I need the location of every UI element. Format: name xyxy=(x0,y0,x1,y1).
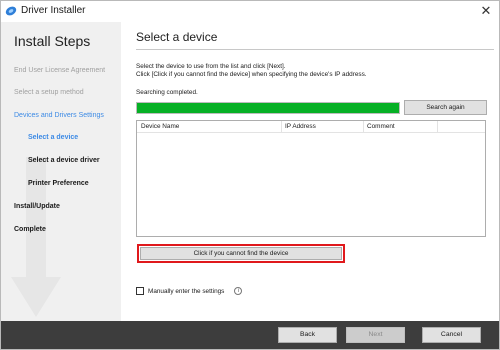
sidebar-title: Install Steps xyxy=(14,33,91,49)
search-status: Searching completed. xyxy=(136,89,198,96)
page-title: Select a device xyxy=(136,30,218,44)
manual-settings-label[interactable]: Manually enter the settings xyxy=(148,288,224,295)
column-divider[interactable] xyxy=(437,121,438,133)
main-content: Select a device Select the device to use… xyxy=(121,22,499,321)
instruction-line-1: Select the device to use from the list a… xyxy=(136,63,286,70)
close-icon[interactable]: ✕ xyxy=(477,3,495,19)
sidebar: Install Steps End User License Agreement… xyxy=(1,22,121,321)
search-again-button[interactable]: Search again xyxy=(404,100,487,115)
manual-settings-row: Manually enter the settings i xyxy=(136,287,243,295)
app-icon xyxy=(5,6,17,16)
step-complete: Complete xyxy=(14,226,46,233)
back-button[interactable]: Back xyxy=(278,327,337,343)
step-devices-drivers: Devices and Drivers Settings xyxy=(14,112,104,119)
step-printer-preference: Printer Preference xyxy=(28,180,89,187)
next-button[interactable]: Next xyxy=(346,327,405,343)
cannot-find-device-button[interactable]: Click if you cannot find the device xyxy=(140,247,342,260)
cancel-button[interactable]: Cancel xyxy=(422,327,481,343)
step-eula: End User License Agreement xyxy=(14,67,106,74)
column-comment[interactable]: Comment xyxy=(367,123,395,130)
search-progress-bar xyxy=(136,102,400,114)
step-select-device: Select a device xyxy=(28,134,79,141)
instruction-line-2: Click [Click if you cannot find the devi… xyxy=(136,71,367,78)
installer-window: Driver Installer ✕ Install Steps End Use… xyxy=(0,0,500,350)
footer-bar: Back Next Cancel xyxy=(1,321,499,349)
step-setup-method: Select a setup method xyxy=(14,89,84,96)
window-title: Driver Installer xyxy=(21,5,86,16)
column-divider[interactable] xyxy=(363,121,364,133)
column-divider[interactable] xyxy=(281,121,282,133)
column-ip-address[interactable]: IP Address xyxy=(285,123,316,130)
cannot-find-highlight: Click if you cannot find the device xyxy=(137,244,345,263)
info-icon[interactable]: i xyxy=(234,287,243,295)
title-bar: Driver Installer ✕ xyxy=(1,1,499,22)
manual-settings-checkbox[interactable] xyxy=(136,287,144,295)
step-install-update: Install/Update xyxy=(14,203,60,210)
device-list-header: Device Name IP Address Comment xyxy=(137,121,485,133)
step-select-driver: Select a device driver xyxy=(28,157,100,164)
column-device-name[interactable]: Device Name xyxy=(141,123,179,130)
title-divider xyxy=(136,49,494,50)
search-progress-fill xyxy=(137,103,399,113)
device-list[interactable]: Device Name IP Address Comment xyxy=(136,120,486,237)
